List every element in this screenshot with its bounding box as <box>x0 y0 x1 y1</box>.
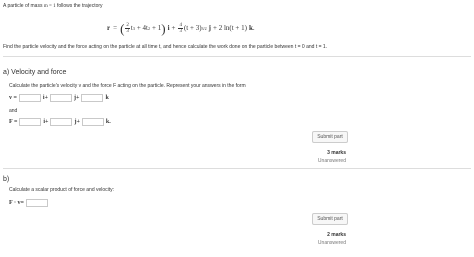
eq-plus1: + 1 <box>152 24 162 32</box>
force-row: F = i+ j+ k. <box>9 118 111 126</box>
eq-exp2: 2 <box>148 25 151 31</box>
eq-paren-close: ) <box>161 20 166 36</box>
fv-input[interactable] <box>25 199 48 207</box>
eq-j: j <box>208 24 211 32</box>
part-a-instruction: Calculate the particle's velocity v and … <box>9 83 246 89</box>
f-i-label: i+ <box>43 119 49 125</box>
part-b-marks: 2 marks <box>327 232 346 238</box>
dot-product-row: F · v= <box>9 199 50 207</box>
f-k-label: k. <box>105 119 111 125</box>
submit-part-a-button[interactable]: Submit part <box>312 131 348 143</box>
fv-label: F · v= <box>9 200 24 206</box>
velocity-row: v = i+ j+ k <box>9 94 109 102</box>
and-label: and <box>9 108 18 114</box>
f-i-input[interactable] <box>19 118 42 126</box>
eq-exp32: 3/2 <box>201 25 207 31</box>
v-i-label: i+ <box>42 95 49 101</box>
eq-r: r <box>107 24 111 32</box>
part-a-title: a) Velocity and force <box>3 69 67 76</box>
eq-frac1-den: 3 <box>126 28 129 34</box>
v-j-label: j+ <box>74 95 80 101</box>
part-b-status: Unanswered <box>317 240 346 246</box>
problem-description: Find the particle velocity and the force… <box>3 44 328 50</box>
trajectory-equation: r = ( 23 t3 + 4t 2 + 1 ) i + 43 (t + 3) 3/… <box>107 19 255 37</box>
eq-equals: = <box>113 24 118 32</box>
eq-tplus3: (t + 3) <box>183 24 202 32</box>
eq-4t: + 4t <box>136 24 149 32</box>
part-a-marks: 3 marks <box>327 150 346 156</box>
eq-i: i <box>167 24 170 32</box>
eq-paren-open: ( <box>120 20 125 36</box>
divider-1 <box>3 56 471 57</box>
eq-exp3: 3 <box>132 25 135 31</box>
part-a-status: Unanswered <box>317 158 346 164</box>
mass-expression: m = 1 <box>43 4 56 9</box>
v-j-input[interactable] <box>50 94 73 102</box>
problem-intro: A particle of mass m = 1 follows the tra… <box>3 3 103 9</box>
eq-plus: + <box>171 24 176 32</box>
f-label: F = <box>9 119 18 125</box>
f-j-label: j+ <box>74 119 80 125</box>
intro-prefix: A particle of mass <box>3 3 44 9</box>
eq-ln: + 2 ln(t + 1) <box>213 24 247 32</box>
eq-end: . <box>252 24 255 32</box>
part-b-title: b) <box>3 176 10 183</box>
intro-suffix: follows the trajectory <box>55 3 103 9</box>
f-j-input[interactable] <box>50 118 73 126</box>
eq-frac2-den: 3 <box>179 28 182 34</box>
part-b-instruction: Calculate a scalar product of force and … <box>9 187 115 193</box>
submit-part-b-button[interactable]: Submit part <box>312 213 348 225</box>
eq-frac-1: 23 <box>125 23 130 34</box>
divider-2 <box>3 168 471 169</box>
v-label: v = <box>9 95 17 101</box>
v-i-input[interactable] <box>18 94 41 102</box>
eq-frac-2: 43 <box>178 23 183 34</box>
v-k-input[interactable] <box>81 94 104 102</box>
v-k-label: k <box>105 95 109 101</box>
f-k-input[interactable] <box>81 118 104 126</box>
